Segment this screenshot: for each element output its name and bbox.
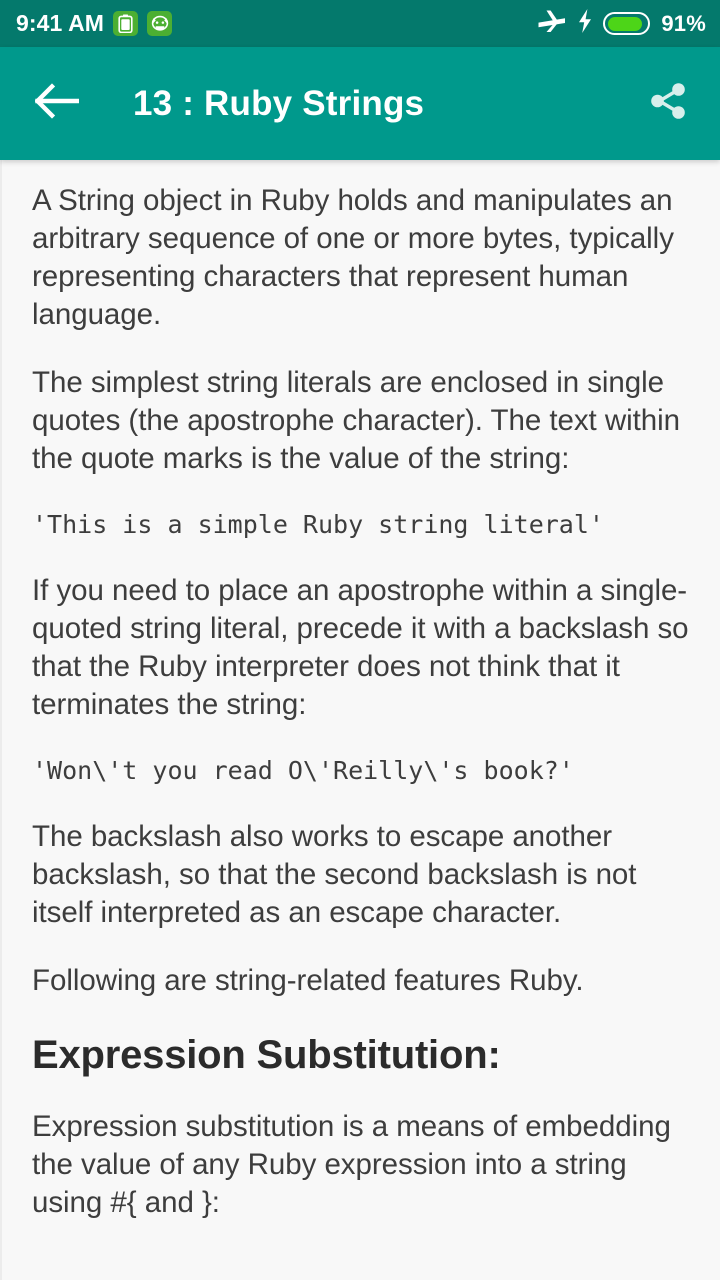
paragraph: If you need to place an apostrophe withi… [32, 574, 689, 721]
paragraph: A String object in Ruby holds and manipu… [32, 184, 674, 331]
code-block: 'This is a simple Ruby string literal' [32, 510, 604, 539]
battery-icon [603, 12, 651, 35]
status-bar-right: 91% [537, 8, 706, 39]
app-bar: 13 : Ruby Strings [0, 47, 720, 160]
arrow-left-icon [34, 83, 80, 124]
battery-percent-label: 91% [661, 10, 706, 36]
battery-fill [607, 16, 643, 31]
status-bar-left: 9:41 AM [16, 10, 173, 36]
share-icon [646, 79, 690, 128]
paragraph: Following are string-related features Ru… [32, 964, 584, 997]
airplane-icon [537, 8, 567, 39]
status-clock: 9:41 AM [16, 10, 105, 36]
back-button[interactable] [30, 77, 84, 131]
lightning-bolt-icon [578, 9, 592, 38]
paragraph: Expression substitution is a means of em… [32, 1110, 671, 1219]
paragraph: The backslash also works to escape anoth… [32, 820, 637, 929]
status-bar: 9:41 AM 91% [0, 0, 720, 47]
share-button[interactable] [640, 76, 696, 132]
cat-face-icon [147, 11, 173, 36]
paragraph: The simplest string literals are enclose… [32, 366, 680, 475]
section-heading: Expression Substitution: [32, 1033, 501, 1077]
page-title: 13 : Ruby Strings [133, 83, 425, 123]
article-content[interactable]: A String object in Ruby holds and manipu… [0, 160, 720, 1280]
battery-saver-icon [113, 11, 139, 36]
code-block: 'Won\'t you read O\'Reilly\'s book?' [32, 756, 574, 785]
